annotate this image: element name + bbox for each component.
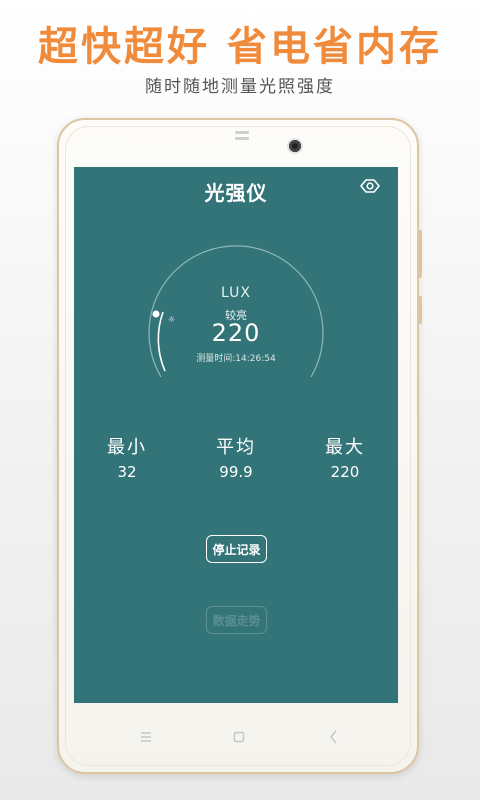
stat-min-value: 32 [117,463,137,481]
android-nav-bar [74,703,398,763]
menu-icon[interactable] [134,725,158,749]
power-button [418,296,422,324]
gauge-time: 测量时间:14:26:54 [196,354,276,364]
volume-button [418,230,422,278]
data-trend-button[interactable]: 数据走势 [206,606,267,634]
stat-avg-label: 平均 [216,437,256,458]
front-camera [289,140,301,152]
stat-min-label: 最小 [107,437,147,458]
stop-recording-button[interactable]: 停止记录 [206,535,267,563]
gauge-unit: LUX [221,285,251,301]
stat-max: 最大 220 [290,433,398,481]
stat-avg-value: 99.9 [219,463,253,481]
promo-headline: 超快超好 省电省内存 [38,24,442,70]
gauge-value: 220 [211,319,261,347]
back-icon[interactable] [322,725,346,749]
speaker-grille-lower [235,137,249,140]
home-icon[interactable] [227,725,251,749]
stat-min: 最小 32 [74,433,182,481]
app-screen: 光强仪 ☼ LUX 较亮 220 测量时间:14:26:54 最小 32 平均 … [74,167,398,703]
stat-max-label: 最大 [325,437,365,458]
stat-avg: 平均 99.9 [181,433,291,481]
promo-subline: 随时随地测量光照强度 [145,77,335,97]
speaker-grille [235,131,249,134]
stat-max-value: 220 [330,463,360,481]
